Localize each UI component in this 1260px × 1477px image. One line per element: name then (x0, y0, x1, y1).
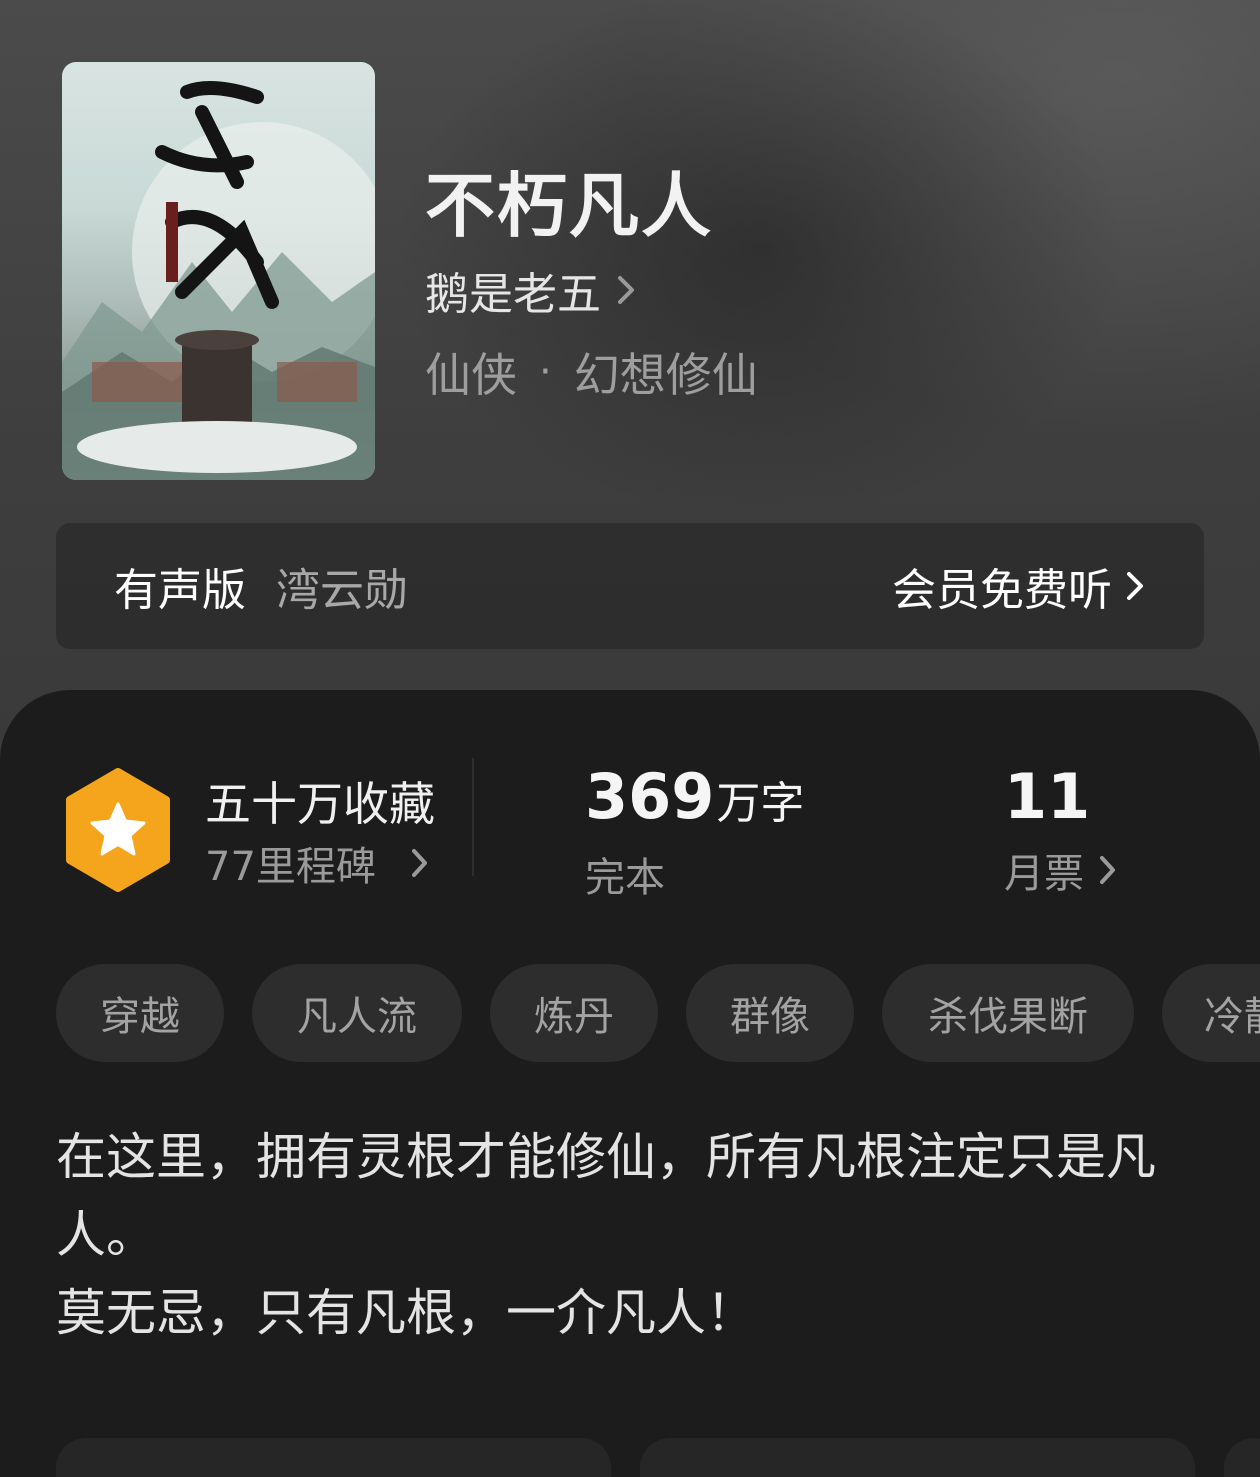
word-count-unit: 万字 (716, 778, 805, 829)
synopsis-line: 在这里，拥有灵根才能修仙，所有凡根注定只是凡人。 (56, 1128, 1156, 1264)
chevron-right-icon (1127, 572, 1143, 600)
cover-art (62, 81, 375, 480)
monthly-votes-label: 月票 (1004, 851, 1084, 897)
chevron-right-icon (618, 276, 634, 304)
star-hexagon-icon[interactable] (62, 768, 174, 892)
milestones-link[interactable]: 77里程碑 (205, 838, 430, 890)
word-count: 369 万字 (585, 760, 804, 833)
completion-status: 完本 (585, 855, 665, 901)
tag-chip[interactable]: 群像 (686, 964, 854, 1062)
stats-divider (472, 758, 474, 876)
author-link[interactable]: 鹅是老五 (425, 262, 637, 320)
author-name: 鹅是老五 (425, 269, 601, 320)
synopsis[interactable]: 在这里，拥有灵根才能修仙，所有凡根注定只是凡人。 莫无忌，只有凡根，一介凡人！ (56, 1118, 1206, 1352)
monthly-votes-link[interactable]: 月票 (1004, 845, 1118, 897)
audio-version-bar[interactable]: 有声版 湾云勋 会员免费听 (56, 523, 1204, 649)
synopsis-line: 莫无忌，只有凡根，一介凡人！ (56, 1284, 756, 1342)
genre-separator: · (539, 349, 552, 395)
chevron-right-icon (1100, 856, 1115, 884)
subgenre[interactable]: 幻想修仙 (574, 339, 758, 405)
book-title: 不朽凡人 (425, 164, 713, 247)
monthly-votes-count[interactable]: 11 (1004, 760, 1090, 833)
milestones-label: 77里程碑 (205, 844, 376, 890)
tag-chip[interactable]: 杀伐果断 (882, 964, 1134, 1062)
genre-row: 仙侠 · 幻想修仙 (425, 342, 758, 402)
tag-chip[interactable]: 冷静 (1162, 964, 1260, 1062)
word-count-value: 369 (585, 760, 715, 833)
bottom-card[interactable] (640, 1438, 1195, 1477)
tag-chip[interactable]: 凡人流 (252, 964, 462, 1062)
tag-list: 穿越 凡人流 炼丹 群像 杀伐果断 冷静 (56, 964, 1260, 1062)
member-free-listen-button[interactable]: 会员免费听 (892, 554, 1146, 618)
member-free-listen-label: 会员免费听 (892, 565, 1112, 616)
chevron-right-icon (411, 849, 427, 877)
collections-count[interactable]: 五十万收藏 (205, 768, 435, 834)
audio-label: 有声版 (114, 565, 246, 616)
bottom-card[interactable] (56, 1438, 611, 1477)
book-cover[interactable] (62, 62, 375, 480)
audio-narrator: 湾云勋 (276, 565, 408, 616)
tag-chip[interactable]: 穿越 (56, 964, 224, 1062)
tag-chip[interactable]: 炼丹 (490, 964, 658, 1062)
genre[interactable]: 仙侠 (425, 339, 517, 405)
